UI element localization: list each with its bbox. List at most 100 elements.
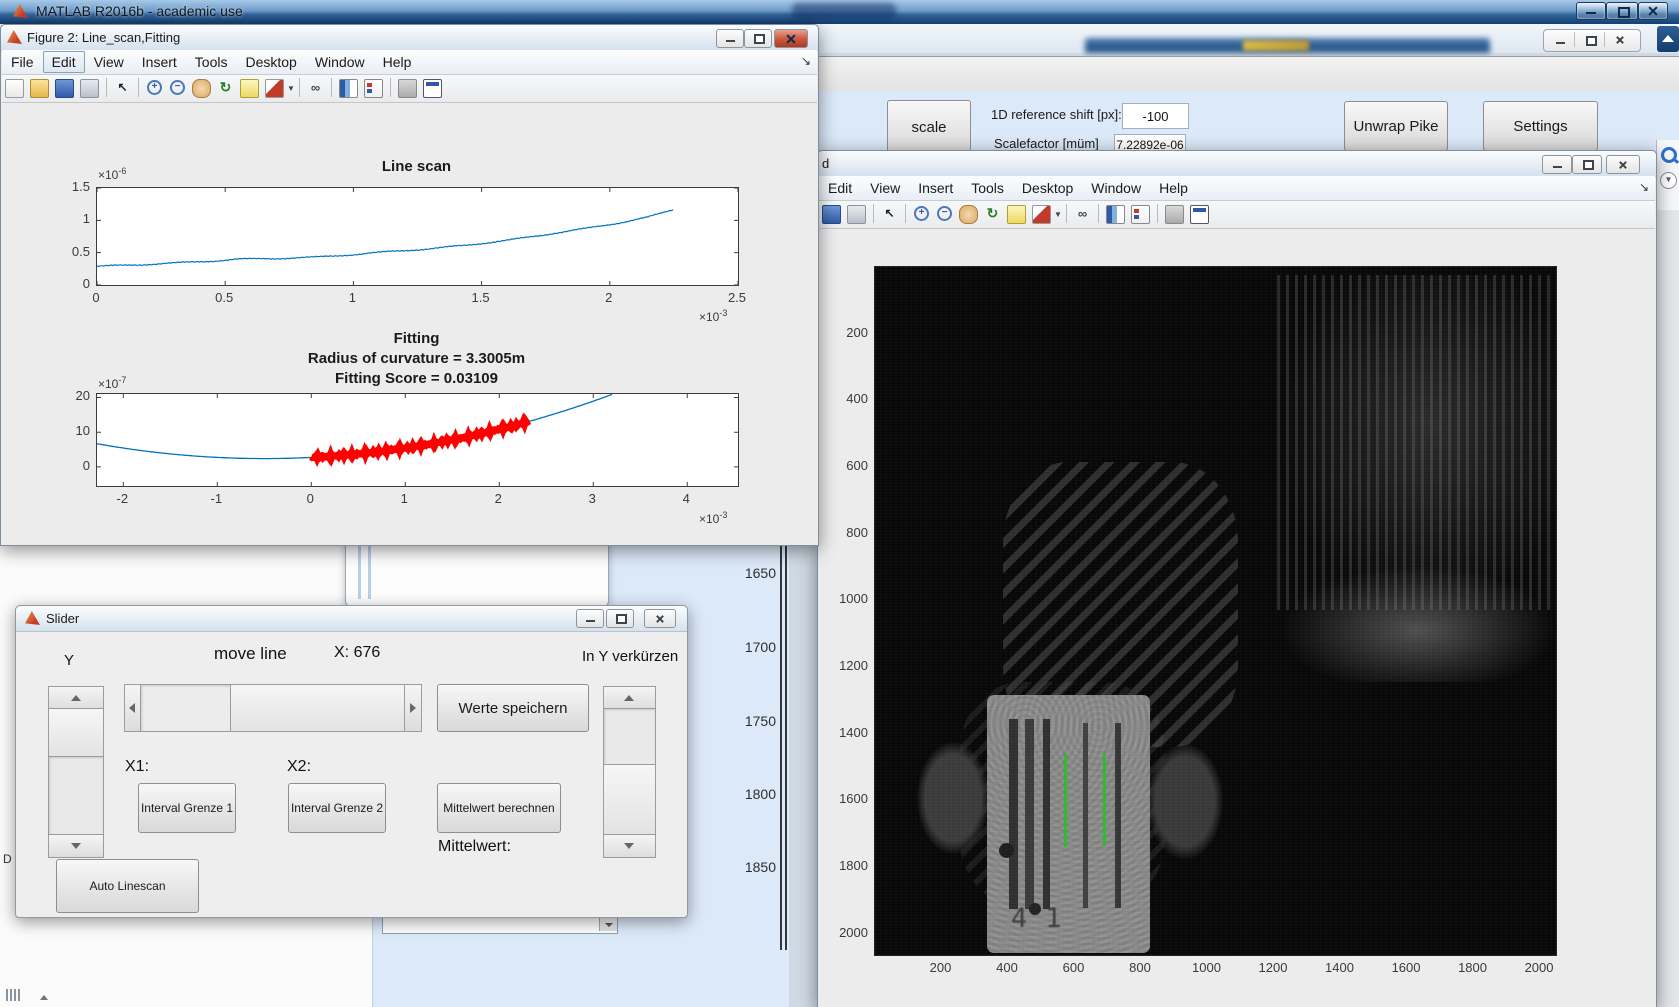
shift-input[interactable]: -100	[1122, 103, 1189, 129]
phase-image-axes[interactable]: 41	[874, 266, 1557, 956]
zoom-in-icon[interactable]: +	[147, 80, 162, 95]
menu-item-window[interactable]: Window	[1082, 177, 1150, 199]
line-scan-axes[interactable]	[96, 187, 739, 286]
menu-item-view[interactable]: View	[861, 177, 909, 199]
menu-item-edit[interactable]: Edit	[42, 51, 85, 73]
hold-plot-icon[interactable]	[398, 79, 417, 98]
open-folder-icon[interactable]	[30, 79, 49, 98]
background-combobox[interactable]	[382, 916, 618, 934]
fitting-axes[interactable]	[96, 393, 739, 487]
menu-item-edit[interactable]: Edit	[819, 177, 861, 199]
insert-colorbar-icon[interactable]	[1106, 205, 1125, 224]
slider-track[interactable]	[140, 684, 232, 732]
hold-plot-icon[interactable]	[1165, 205, 1184, 224]
werte-speichern-button[interactable]: Werte speichern	[437, 684, 589, 732]
collapse-up-button[interactable]	[1657, 26, 1679, 52]
chevron-down-icon[interactable]: ▼	[1054, 205, 1062, 222]
interval-grenze2-button[interactable]: Interval Grenze 2	[288, 783, 386, 833]
brush-icon[interactable]	[1032, 205, 1051, 224]
link-plot-icon[interactable]: ∞	[307, 79, 324, 96]
dock-tab-letter[interactable]: D	[3, 852, 12, 866]
image-window-titlebar[interactable]: d	[818, 151, 1656, 177]
new-doc-icon[interactable]	[5, 79, 24, 98]
unwrap-pike-button[interactable]: Unwrap Pike	[1344, 101, 1448, 151]
slider-up-button[interactable]	[603, 686, 656, 710]
menu-item-insert[interactable]: Insert	[133, 51, 186, 73]
insert-legend-icon[interactable]	[364, 79, 383, 98]
minimize-button[interactable]	[1576, 2, 1606, 20]
minimize-button[interactable]	[576, 609, 604, 628]
close-button[interactable]	[774, 29, 808, 48]
menu-item-help[interactable]: Help	[374, 51, 421, 73]
restore-button[interactable]	[1606, 2, 1638, 20]
zoom-out-icon[interactable]: −	[170, 80, 185, 95]
menu-item-view[interactable]: View	[85, 51, 133, 73]
menu-item-desktop[interactable]: Desktop	[1013, 177, 1082, 199]
slider-thumb[interactable]	[230, 684, 406, 732]
pan-hand-icon[interactable]	[192, 79, 211, 98]
settings-button[interactable]: Settings	[1483, 101, 1598, 151]
save-icon[interactable]	[822, 205, 841, 224]
close-button[interactable]	[644, 609, 676, 628]
menu-item-tools[interactable]: Tools	[186, 51, 237, 73]
dock-arrow-icon[interactable]: ↘	[801, 54, 811, 68]
brush-icon[interactable]	[265, 79, 284, 98]
search-icon[interactable]	[1661, 147, 1677, 163]
slider-thumb[interactable]	[48, 708, 104, 758]
chevron-down-icon[interactable]: ▼	[287, 79, 295, 96]
slider-titlebar[interactable]: Slider	[16, 606, 687, 632]
background-axes-edge	[780, 544, 782, 950]
link-plot-icon[interactable]: ∞	[1074, 205, 1091, 222]
tick-label: 1600	[839, 791, 868, 807]
slider-up-button[interactable]	[48, 686, 104, 710]
save-icon[interactable]	[55, 79, 74, 98]
maximize-button[interactable]	[744, 29, 772, 48]
slider-down-button[interactable]	[603, 834, 656, 858]
interval-grenze1-button[interactable]: Interval Grenze 1	[138, 783, 236, 833]
dropdown-circle-icon[interactable]: ▼	[1660, 172, 1677, 189]
maximize-button[interactable]	[1576, 32, 1605, 47]
chevron-down-icon[interactable]	[599, 917, 617, 931]
menu-item-desktop[interactable]: Desktop	[236, 51, 305, 73]
matlab-main-titlebar[interactable]: MATLAB R2016b - academic use	[0, 0, 1679, 25]
zoom-in-icon[interactable]: +	[914, 206, 929, 221]
close-button[interactable]	[1638, 2, 1668, 20]
cursor-icon[interactable]: ↖	[114, 79, 131, 96]
menu-item-file[interactable]: File	[2, 51, 43, 73]
rotate-3d-icon[interactable]: ↻	[217, 79, 234, 96]
pan-hand-icon[interactable]	[959, 205, 978, 224]
data-cursor-icon[interactable]	[240, 79, 259, 98]
minimize-button[interactable]	[1542, 155, 1572, 174]
scale-button[interactable]: scale	[887, 100, 971, 154]
print-icon[interactable]	[847, 205, 866, 224]
slider-track[interactable]	[48, 756, 104, 836]
cursor-icon[interactable]: ↖	[881, 205, 898, 222]
slider-down-button[interactable]	[48, 834, 104, 858]
slider-thumb[interactable]	[603, 764, 656, 836]
rotate-3d-icon[interactable]: ↻	[984, 205, 1001, 222]
slider-right-button[interactable]	[404, 684, 422, 732]
close-button[interactable]	[1606, 32, 1634, 47]
dock-figure-icon[interactable]	[423, 79, 442, 98]
figure2-titlebar[interactable]: Figure 2: Line_scan,Fitting	[1, 25, 818, 51]
auto-linescan-button[interactable]: Auto Linescan	[56, 859, 199, 913]
print-icon[interactable]	[80, 79, 99, 98]
close-button[interactable]	[1606, 155, 1640, 174]
slider-track[interactable]	[603, 708, 656, 766]
dock-arrow-icon[interactable]: ↘	[1639, 180, 1649, 194]
taskbar-grip[interactable]	[6, 988, 48, 1002]
insert-colorbar-icon[interactable]	[339, 79, 358, 98]
maximize-button[interactable]	[1572, 155, 1602, 174]
mittelwert-berechnen-button[interactable]: Mittelwert berechnen	[437, 783, 561, 833]
menu-item-window[interactable]: Window	[306, 51, 374, 73]
dock-figure-icon[interactable]	[1190, 205, 1209, 224]
menu-item-insert[interactable]: Insert	[909, 177, 962, 199]
minimize-button[interactable]	[1546, 32, 1575, 47]
menu-item-tools[interactable]: Tools	[962, 177, 1013, 199]
zoom-out-icon[interactable]: −	[937, 206, 952, 221]
data-cursor-icon[interactable]	[1007, 205, 1026, 224]
insert-legend-icon[interactable]	[1131, 205, 1150, 224]
maximize-button[interactable]	[606, 609, 634, 628]
menu-item-help[interactable]: Help	[1150, 177, 1197, 199]
minimize-button[interactable]	[716, 29, 744, 48]
